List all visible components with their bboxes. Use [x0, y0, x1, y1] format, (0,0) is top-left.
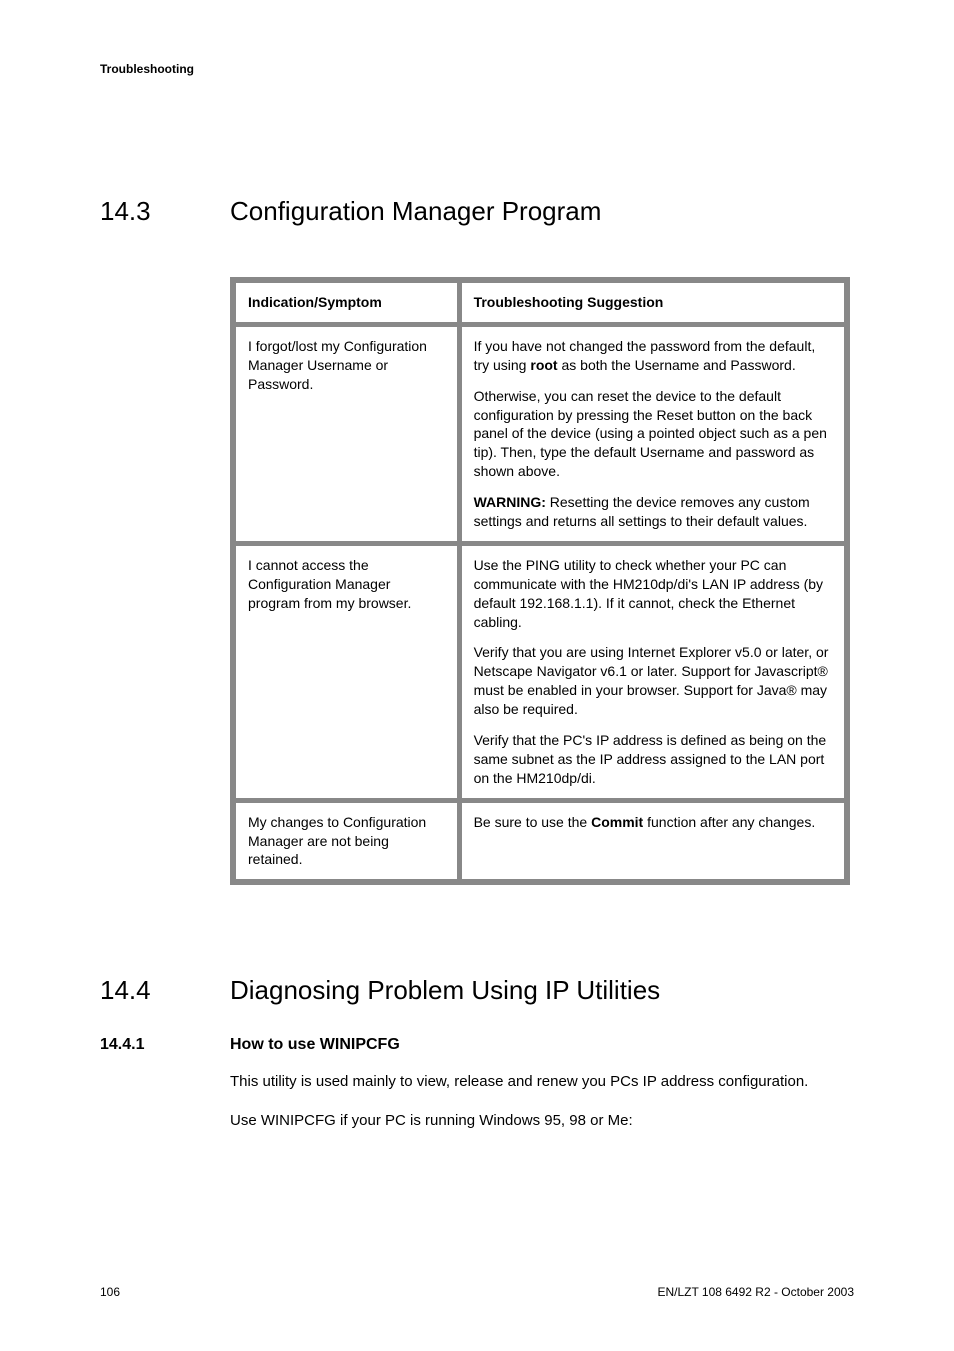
cell-symptom: My changes to Configuration Manager are … [235, 802, 458, 881]
text-run-bold: root [530, 357, 557, 373]
section-14-3-title: Configuration Manager Program [230, 196, 601, 227]
cell-suggestion: Use the PING utility to check whether yo… [461, 545, 845, 799]
suggestion-paragraph: Use the PING utility to check whether yo… [474, 556, 832, 632]
body-paragraph: This utility is used mainly to view, rel… [230, 1072, 850, 1092]
page-footer: 106 EN/LZT 108 6492 R2 - October 2003 [100, 1285, 854, 1299]
suggestion-paragraph: Verify that you are using Internet Explo… [474, 643, 832, 719]
text-run: Be sure to use the [474, 814, 592, 830]
suggestion-paragraph: Be sure to use the Commit function after… [474, 813, 832, 832]
th-suggestion: Troubleshooting Suggestion [461, 282, 845, 323]
table-header-row: Indication/Symptom Troubleshooting Sugge… [235, 282, 845, 323]
section-14-4-1-title: How to use WINIPCFG [230, 1036, 400, 1054]
text-run-bold: Commit [591, 814, 643, 830]
doc-id: EN/LZT 108 6492 R2 - October 2003 [657, 1285, 854, 1299]
cell-symptom: I cannot access the Configuration Manage… [235, 545, 458, 799]
cell-symptom: I forgot/lost my Configuration Manager U… [235, 326, 458, 542]
page-number: 106 [100, 1285, 120, 1299]
th-symptom: Indication/Symptom [235, 282, 458, 323]
section-14-4-number: 14.4 [100, 975, 230, 1006]
troubleshooting-table: Indication/Symptom Troubleshooting Sugge… [230, 277, 850, 885]
suggestion-paragraph: Verify that the PC's IP address is defin… [474, 731, 832, 788]
running-head: Troubleshooting [100, 62, 854, 76]
suggestion-paragraph: WARNING: Resetting the device removes an… [474, 493, 832, 531]
section-14-4-1-heading: 14.4.1 How to use WINIPCFG [100, 1036, 854, 1054]
suggestion-paragraph: Otherwise, you can reset the device to t… [474, 387, 832, 481]
table-row: My changes to Configuration Manager are … [235, 802, 845, 881]
page: Troubleshooting 14.3 Configuration Manag… [0, 0, 954, 1351]
suggestion-paragraph: If you have not changed the password fro… [474, 337, 832, 375]
text-run: as both the Username and Password. [558, 357, 796, 373]
text-run: function after any changes. [643, 814, 815, 830]
cell-suggestion: Be sure to use the Commit function after… [461, 802, 845, 881]
cell-suggestion: If you have not changed the password fro… [461, 326, 845, 542]
section-14-4-title: Diagnosing Problem Using IP Utilities [230, 975, 660, 1006]
table-row: I cannot access the Configuration Manage… [235, 545, 845, 799]
section-14-3-heading: 14.3 Configuration Manager Program [100, 196, 854, 227]
section-14-3-number: 14.3 [100, 196, 230, 227]
section-14-4-heading: 14.4 Diagnosing Problem Using IP Utiliti… [100, 975, 854, 1006]
body-paragraph: Use WINIPCFG if your PC is running Windo… [230, 1111, 850, 1131]
table-row: I forgot/lost my Configuration Manager U… [235, 326, 845, 542]
text-run-bold: WARNING: [474, 494, 546, 510]
section-14-4-1-number: 14.4.1 [100, 1036, 230, 1054]
